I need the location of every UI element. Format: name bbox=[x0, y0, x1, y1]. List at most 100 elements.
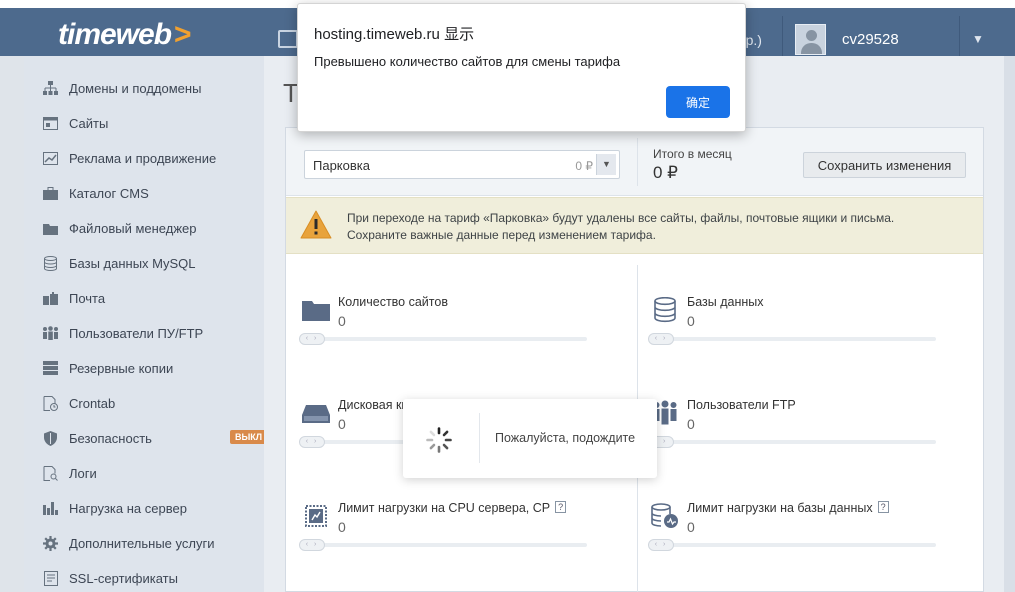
chart-line-icon bbox=[42, 151, 59, 166]
total-value: 0 ₽ bbox=[653, 163, 678, 182]
metric-databases: Базы данных 0 ‹ › bbox=[648, 292, 951, 372]
slider-track[interactable]: ‹ › bbox=[648, 436, 936, 448]
sidebar-item-mail[interactable]: Почта bbox=[42, 288, 105, 308]
gear-icon bbox=[42, 535, 59, 551]
sidebar-item-label: SSL-сертификаты bbox=[69, 570, 178, 586]
sidebar-item-label: Резервные копии bbox=[69, 360, 174, 376]
metric-title: Лимит нагрузки на CPU сервера, CP? bbox=[338, 501, 567, 515]
sidebar-item-sites[interactable]: Сайты bbox=[42, 113, 108, 133]
slider-track[interactable]: ‹ › bbox=[648, 539, 936, 551]
metric-value: 0 bbox=[338, 416, 346, 432]
sidebar-item-crontab[interactable]: Crontab bbox=[42, 393, 115, 413]
sidebar-item-label: Нагрузка на сервер bbox=[69, 500, 187, 516]
sidebar-item-label: Домены и поддомены bbox=[69, 80, 202, 96]
briefcase-icon bbox=[42, 186, 59, 201]
alert-ok-button[interactable]: 确定 bbox=[666, 86, 730, 118]
users-icon bbox=[42, 326, 59, 341]
warning-line-2: Сохраните важные данные перед изменением… bbox=[347, 228, 656, 242]
slider-handle[interactable]: ‹ › bbox=[299, 436, 325, 448]
sidebar-item-label: Crontab bbox=[69, 395, 116, 411]
logo-text: timeweb bbox=[58, 18, 172, 51]
sidebar-item-cms[interactable]: Каталог CMS bbox=[42, 183, 149, 203]
sitemap-icon bbox=[42, 81, 59, 96]
username: cv29528 bbox=[842, 31, 899, 48]
metric-sites-count: Количество сайтов 0 ‹ › bbox=[299, 292, 602, 372]
loading-text: Пожалуйста, подождите bbox=[495, 431, 636, 445]
folder-icon bbox=[302, 296, 330, 324]
metric-title: Лимит нагрузки на базы данных? bbox=[687, 501, 889, 515]
scroll-gutter bbox=[1004, 56, 1015, 592]
tariff-panel: Парковка 0 ₽ ▼ Итого в месяц 0 ₽ Сохрани… bbox=[285, 127, 984, 592]
metric-cpu-limit: Лимит нагрузки на CPU сервера, CP? 0 ‹ › bbox=[299, 498, 602, 578]
warning-line-1: При переходе на тариф «Парковка» будут у… bbox=[347, 211, 895, 225]
sidebar-item-file-manager[interactable]: Файловый менеджер bbox=[42, 218, 197, 238]
warning-text: При переходе на тариф «Парковка» будут у… bbox=[347, 210, 894, 244]
sidebar-item-mysql[interactable]: Базы данных MySQL bbox=[42, 253, 196, 273]
timeweb-logo[interactable]: timeweb > bbox=[58, 18, 192, 52]
warning-banner: При переходе на тариф «Парковка» будут у… bbox=[286, 197, 983, 254]
mailbox-icon bbox=[42, 291, 59, 306]
certificate-icon bbox=[42, 570, 59, 586]
slider-handle[interactable]: ‹ › bbox=[299, 333, 325, 345]
browser-window-icon bbox=[42, 116, 59, 131]
avatar bbox=[795, 24, 826, 55]
slider-track[interactable]: ‹ › bbox=[648, 333, 936, 345]
help-icon[interactable]: ? bbox=[877, 501, 889, 513]
slider-track[interactable]: ‹ › bbox=[299, 333, 587, 345]
metric-title-text: Лимит нагрузки на базы данных bbox=[687, 501, 873, 515]
sidebar-item-label: Реклама и продвижение bbox=[69, 150, 217, 166]
metric-value: 0 bbox=[687, 519, 695, 535]
save-changes-button[interactable]: Сохранить изменения bbox=[803, 152, 966, 178]
tariff-price: 0 ₽ bbox=[575, 159, 593, 173]
chevron-down-icon[interactable]: ▼ bbox=[596, 154, 616, 175]
slider-track[interactable]: ‹ › bbox=[299, 539, 587, 551]
sidebar-item-users[interactable]: Пользователи ПУ/FTP bbox=[42, 323, 203, 343]
metric-ftp-users: Пользователи FTP 0 ‹ › bbox=[648, 395, 951, 475]
clock-doc-icon bbox=[42, 395, 59, 411]
document-icon[interactable] bbox=[278, 30, 298, 48]
server-icon bbox=[42, 361, 59, 376]
sidebar-item-ads[interactable]: Реклама и продвижение bbox=[42, 148, 216, 168]
sidebar-item-backups[interactable]: Резервные копии bbox=[42, 358, 173, 378]
cpu-icon bbox=[302, 502, 330, 530]
spinner-icon bbox=[425, 426, 453, 457]
tariff-select[interactable]: Парковка 0 ₽ ▼ bbox=[304, 150, 620, 179]
logo-arrow: > bbox=[174, 18, 192, 51]
sidebar-item-label: Файловый менеджер bbox=[69, 220, 197, 236]
sidebar-item-extra-services[interactable]: Дополнительные услуги bbox=[42, 533, 214, 553]
help-icon[interactable]: ? bbox=[555, 501, 567, 513]
metric-value: 0 bbox=[687, 416, 695, 432]
divider bbox=[637, 138, 638, 186]
metric-title-text: Лимит нагрузки на CPU сервера, CP bbox=[338, 501, 551, 515]
sidebar-item-security[interactable]: Безопасность ВЫКЛ bbox=[42, 428, 272, 448]
bar-chart-icon bbox=[42, 501, 59, 516]
total-label: Итого в месяц bbox=[653, 147, 732, 161]
tariff-name: Парковка bbox=[313, 158, 370, 173]
sidebar-item-server-load[interactable]: Нагрузка на сервер bbox=[42, 498, 187, 518]
folder-icon bbox=[42, 221, 59, 236]
sidebar-item-label: Базы данных MySQL bbox=[69, 255, 196, 271]
shield-icon bbox=[42, 430, 59, 446]
slider-handle[interactable]: ‹ › bbox=[299, 539, 325, 551]
sidebar-item-domains[interactable]: Домены и поддомены bbox=[42, 78, 201, 98]
metric-value: 0 bbox=[338, 519, 346, 535]
metric-value: 0 bbox=[687, 313, 695, 329]
slider-handle[interactable]: ‹ › bbox=[648, 539, 674, 551]
sidebar-item-ssl[interactable]: SSL-сертификаты bbox=[42, 568, 178, 588]
divider bbox=[479, 413, 480, 463]
sidebar-item-logs[interactable]: Логи bbox=[42, 463, 97, 483]
warning-icon bbox=[300, 210, 332, 242]
metric-title: Количество сайтов bbox=[338, 295, 448, 309]
metric-db-load-limit: Лимит нагрузки на базы данных? 0 ‹ › bbox=[648, 498, 951, 578]
hard-drive-icon bbox=[302, 399, 330, 427]
sidebar-item-label: Пользователи ПУ/FTP bbox=[69, 325, 204, 341]
sidebar-item-label: Каталог CMS bbox=[69, 185, 149, 201]
metric-value: 0 bbox=[338, 313, 346, 329]
slider-handle[interactable]: ‹ › bbox=[648, 333, 674, 345]
tariff-toolbar: Парковка 0 ₽ ▼ Итого в месяц 0 ₽ Сохрани… bbox=[286, 128, 983, 196]
status-badge: ВЫКЛ bbox=[230, 430, 268, 444]
sidebar-item-label: Сайты bbox=[69, 115, 109, 131]
sidebar-item-label: Безопасность bbox=[69, 430, 152, 446]
database-icon bbox=[651, 296, 679, 324]
chevron-down-icon[interactable]: ▼ bbox=[972, 32, 984, 46]
